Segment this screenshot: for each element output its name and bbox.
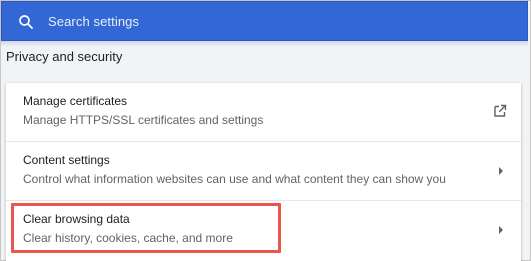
section-title: Privacy and security	[6, 49, 123, 64]
row-subtitle: Clear history, cookies, cache, and more	[23, 231, 233, 245]
privacy-settings-card: Manage certificates Manage HTTPS/SSL cer…	[6, 83, 521, 261]
row-title: Manage certificates	[23, 94, 128, 108]
external-link-icon[interactable]	[493, 104, 507, 118]
row-title: Content settings	[23, 153, 110, 167]
row-subtitle: Manage HTTPS/SSL certificates and settin…	[23, 113, 264, 127]
chevron-right-icon	[499, 167, 503, 175]
search-input[interactable]: Search settings	[48, 14, 139, 29]
search-bar-shadow	[1, 41, 528, 47]
search-bar[interactable]: Search settings	[1, 1, 528, 41]
manage-certificates-row[interactable]: Manage certificates Manage HTTPS/SSL cer…	[6, 83, 521, 142]
row-subtitle: Control what information websites can us…	[23, 172, 446, 186]
content-settings-row[interactable]: Content settings Control what informatio…	[6, 142, 521, 201]
clear-browsing-data-row[interactable]: Clear browsing data Clear history, cooki…	[6, 201, 521, 259]
chevron-right-icon	[499, 226, 503, 234]
row-title: Clear browsing data	[23, 212, 130, 226]
search-icon	[19, 15, 33, 29]
